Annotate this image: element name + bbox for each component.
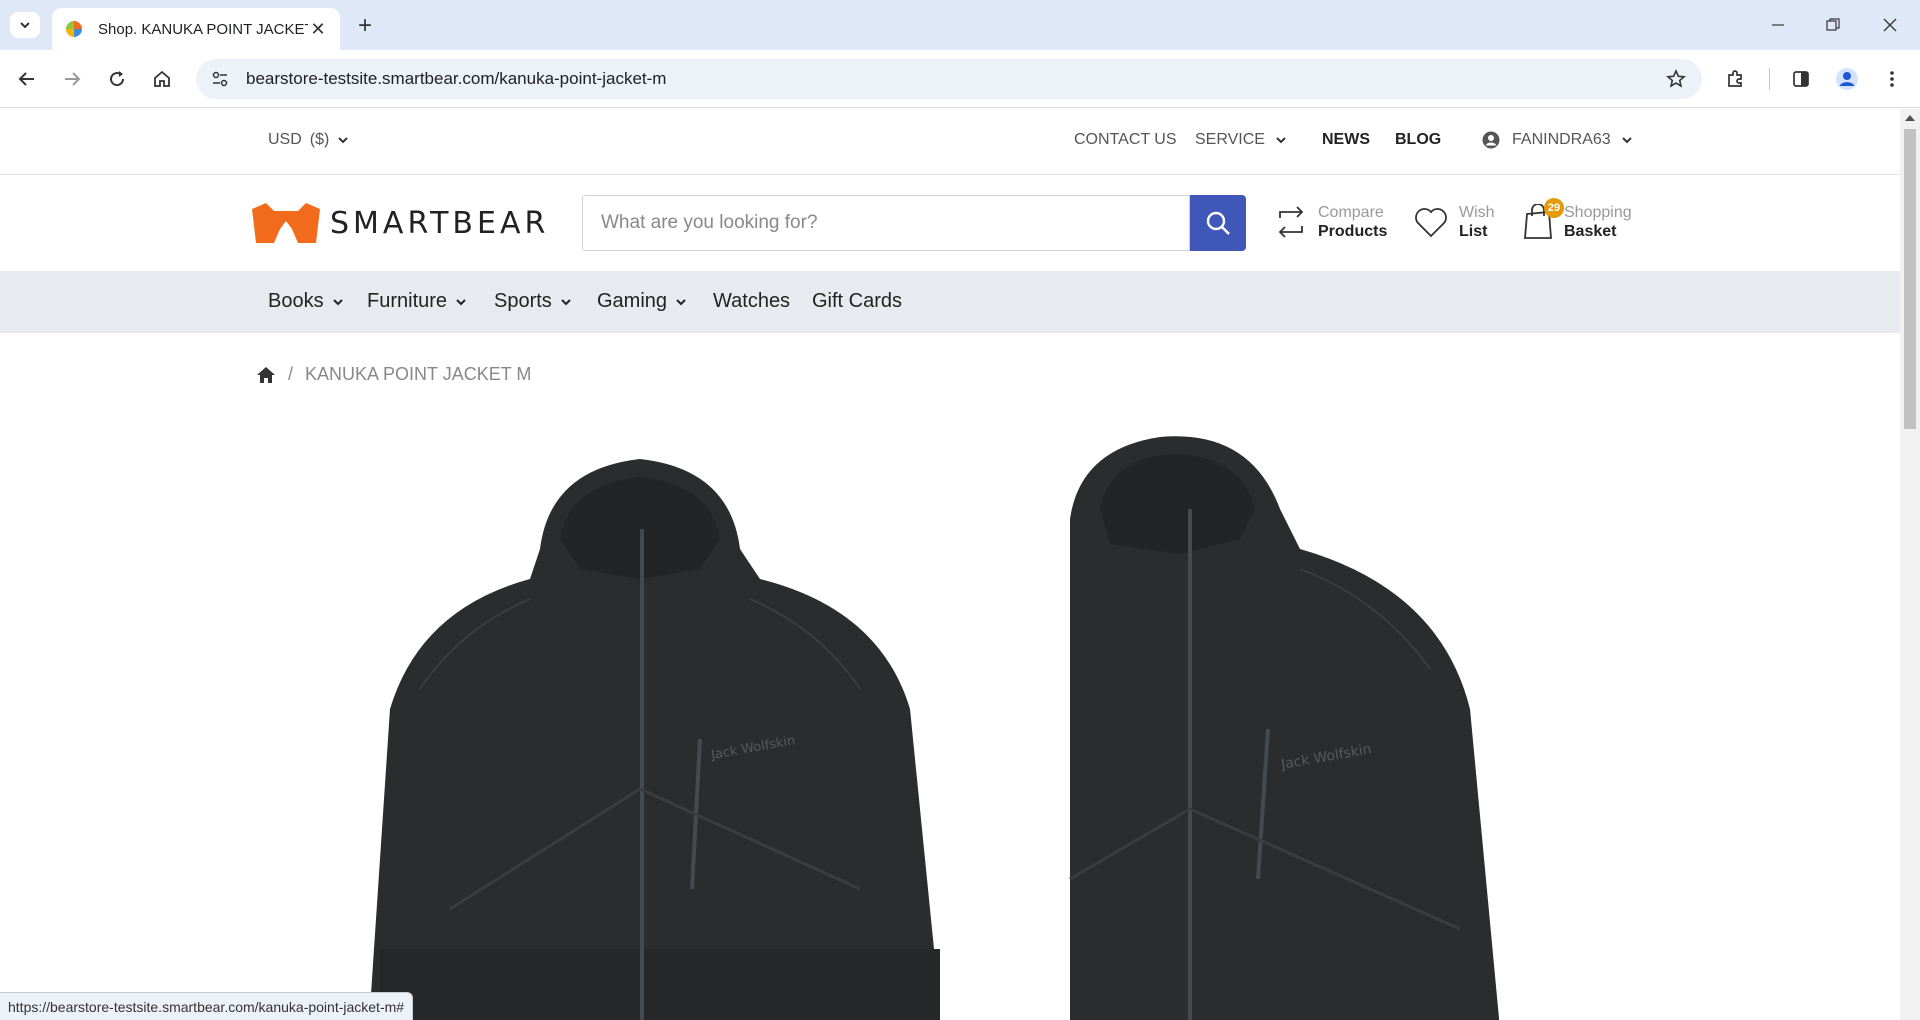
restore-icon[interactable] — [1815, 10, 1851, 40]
category-label: Books — [268, 290, 324, 312]
jacket-image: Jack Wolfskin — [370, 459, 940, 1020]
breadcrumb: / KANUKA POINT JACKET M — [256, 364, 531, 385]
basket-label-bottom: Basket — [1564, 223, 1617, 240]
search-icon — [1206, 211, 1230, 235]
minimize-icon[interactable] — [1760, 10, 1796, 40]
browser-menu-icon[interactable] — [1877, 64, 1907, 94]
site-header: SMARTBEAR What are you looking for? Comp… — [0, 175, 1900, 271]
address-bar[interactable]: bearstore-testsite.smartbear.com/kanuka-… — [196, 59, 1702, 99]
wish-list-link[interactable]: Wish List — [1413, 203, 1495, 241]
compare-products-link[interactable]: Compare Products — [1274, 203, 1387, 241]
active-tab[interactable]: Shop. KANUKA POINT JACKET M ✕ — [52, 8, 340, 50]
service-label: SERVICE — [1195, 131, 1265, 148]
search-placeholder: What are you looking for? — [601, 212, 818, 233]
user-account-menu[interactable]: FANINDRA63 — [1482, 131, 1635, 149]
close-window-icon[interactable] — [1872, 10, 1908, 40]
user-circle-icon — [1482, 131, 1500, 149]
news-link[interactable]: NEWS — [1322, 131, 1370, 149]
username: FANINDRA63 — [1512, 131, 1611, 148]
reload-icon[interactable] — [102, 64, 132, 94]
back-icon[interactable] — [12, 64, 42, 94]
bear-logo-icon — [252, 203, 320, 243]
chevron-down-icon — [338, 137, 349, 144]
category-label: Gift Cards — [812, 290, 903, 312]
browser-tab-strip: Shop. KANUKA POINT JACKET M ✕ + — [0, 0, 1920, 50]
product-image-main[interactable]: Jack Wolfskin — [340, 429, 980, 1020]
category-sports[interactable]: Sports — [494, 290, 572, 313]
category-furniture[interactable]: Furniture — [367, 290, 467, 313]
url-text: bearstore-testsite.smartbear.com/kanuka-… — [246, 69, 667, 88]
contact-us-link[interactable]: CONTACT US — [1074, 131, 1177, 149]
currency-code: USD — [268, 131, 302, 148]
heart-icon — [1415, 208, 1447, 238]
shopping-basket-link[interactable]: 29 Shopping Basket — [1522, 198, 1632, 241]
blog-label: BLOG — [1395, 131, 1442, 148]
category-nav: Books Furniture Sports Gaming Watches Gi… — [0, 271, 1900, 333]
scroll-up-arrow-icon[interactable] — [1905, 115, 1915, 121]
favicon-icon — [66, 21, 82, 37]
category-gaming[interactable]: Gaming — [597, 290, 687, 313]
web-page: USD ($) CONTACT US SERVICE NEWS BLOG FAN… — [0, 109, 1900, 1020]
wish-label-top: Wish — [1459, 204, 1495, 221]
side-panel-icon[interactable] — [1786, 64, 1816, 94]
currency-selector[interactable]: USD ($) — [268, 131, 349, 149]
category-label: Sports — [494, 290, 552, 312]
page-scrollbar[interactable] — [1900, 109, 1920, 1020]
category-label: Gaming — [597, 290, 668, 312]
news-label: NEWS — [1322, 131, 1370, 148]
chevron-down-icon — [20, 22, 30, 29]
home-icon[interactable] — [256, 366, 276, 384]
close-tab-icon[interactable]: ✕ — [308, 19, 328, 39]
breadcrumb-current: KANUKA POINT JACKET M — [305, 364, 532, 384]
scrollbar-thumb[interactable] — [1904, 129, 1916, 429]
compare-label-top: Compare — [1318, 204, 1384, 221]
tab-search-button[interactable] — [10, 12, 40, 38]
basket-count-badge: 29 — [1544, 198, 1564, 218]
blog-link[interactable]: BLOG — [1395, 131, 1441, 149]
search-input[interactable]: What are you looking for? — [582, 195, 1190, 251]
search-button[interactable] — [1190, 195, 1246, 251]
profile-avatar-icon[interactable] — [1832, 64, 1862, 94]
compare-arrows-icon — [1278, 206, 1304, 238]
product-image-secondary[interactable]: Jack Wolfskin — [1040, 409, 1600, 1020]
category-label: Watches — [713, 290, 791, 312]
chevron-down-icon — [1621, 137, 1632, 144]
jacket-image: Jack Wolfskin — [1069, 436, 1500, 1020]
service-menu[interactable]: SERVICE — [1195, 131, 1289, 149]
chevron-down-icon — [561, 298, 571, 305]
compare-label-bottom: Products — [1318, 223, 1388, 240]
extensions-icon[interactable] — [1720, 64, 1750, 94]
currency-symbol: ($) — [309, 131, 330, 148]
contact-us-label: CONTACT US — [1074, 131, 1177, 148]
category-watches[interactable]: Watches — [713, 290, 790, 313]
forward-icon[interactable] — [57, 64, 87, 94]
bookmark-star-icon[interactable] — [1658, 61, 1694, 97]
category-books[interactable]: Books — [268, 290, 344, 313]
chevron-down-icon — [332, 298, 343, 305]
chevron-down-icon — [456, 298, 466, 305]
site-settings-icon[interactable] — [202, 61, 238, 97]
chevron-down-icon — [1276, 137, 1286, 144]
new-tab-icon[interactable]: + — [352, 12, 378, 39]
basket-label-top: Shopping — [1564, 204, 1632, 221]
browser-toolbar: bearstore-testsite.smartbear.com/kanuka-… — [0, 50, 1920, 108]
category-label: Furniture — [367, 290, 448, 312]
utility-bar: USD ($) CONTACT US SERVICE NEWS BLOG FAN… — [0, 109, 1900, 175]
home-icon[interactable] — [147, 64, 177, 94]
status-bar-url: https://bearstore-testsite.smartbear.com… — [0, 992, 414, 1020]
toolbar-divider — [1769, 68, 1770, 90]
logo-wordmark: SMARTBEAR — [330, 205, 550, 241]
breadcrumb-separator: / — [288, 364, 294, 384]
smartbear-logo[interactable]: SMARTBEAR — [252, 203, 549, 243]
wish-label-bottom: List — [1459, 223, 1488, 240]
category-gift-cards[interactable]: Gift Cards — [812, 290, 902, 313]
chevron-down-icon — [676, 298, 686, 305]
tab-title: Shop. KANUKA POINT JACKET M — [98, 20, 308, 38]
